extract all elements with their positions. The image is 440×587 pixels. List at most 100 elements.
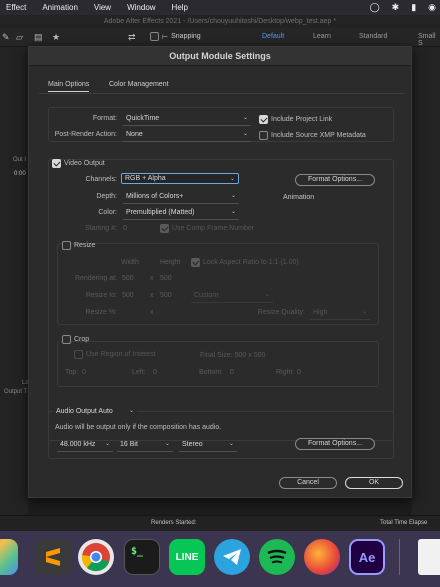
include-project-link-box[interactable] — [259, 115, 268, 124]
creative-cloud-icon[interactable]: ◯ — [370, 2, 380, 13]
channels-dropdown[interactable]: RGB + Alpha ⌄ — [121, 173, 239, 184]
after-effects-icon[interactable]: Ae — [349, 539, 385, 575]
chevron-down-icon: ⌄ — [164, 441, 170, 447]
use-roi-box[interactable] — [74, 350, 83, 359]
resize-to-height[interactable]: 500 — [160, 292, 172, 299]
snapping-icon: ⊢ — [162, 33, 169, 41]
resize-quality-dropdown[interactable]: High ⌄ — [310, 307, 370, 318]
workspace-learn[interactable]: Learn — [313, 33, 331, 40]
rendering-at-label: Rendering at: — [74, 275, 117, 282]
bluetooth-icon[interactable]: ✱ — [392, 2, 400, 13]
use-roi-checkbox[interactable]: Use Region of Interest — [74, 350, 156, 359]
video-format-options-button[interactable]: Format Options... — [295, 174, 375, 186]
out-point-value: 0:00 — [14, 171, 26, 177]
crop-bottom-value[interactable]: 0 — [230, 369, 234, 376]
audio-output-value: Audio Output Auto — [56, 408, 113, 415]
menu-effect[interactable]: Effect — [6, 3, 26, 12]
channels-label: Channels: — [85, 176, 117, 183]
wifi-icon[interactable]: ◉ — [428, 2, 436, 13]
audio-rate-dropdown[interactable]: 48.000 kHz ⌄ — [57, 439, 113, 450]
eraser-tool-icon[interactable]: ▱ — [16, 32, 23, 43]
chrome-logo — [81, 543, 110, 572]
terminal-icon[interactable]: $_ — [124, 539, 160, 575]
workspace-default[interactable]: Default — [262, 33, 284, 40]
battery-icon[interactable]: ▮ — [411, 2, 416, 13]
video-output-box[interactable] — [52, 159, 61, 168]
depth-dropdown[interactable]: Millions of Colors+ ⌄ — [123, 191, 239, 202]
line-icon[interactable]: LINE — [169, 539, 205, 575]
chevron-down-icon: ⌄ — [128, 408, 134, 414]
lock-aspect-box[interactable] — [191, 258, 200, 267]
audio-bits-dropdown[interactable]: 16 Bit ⌄ — [117, 439, 173, 450]
audio-format-options-button[interactable]: Format Options... — [295, 438, 375, 450]
document-icon[interactable] — [418, 539, 440, 575]
video-output-label: Video Output — [64, 160, 105, 167]
post-render-dropdown[interactable]: None ⌄ — [123, 129, 251, 140]
snapping-toggle[interactable]: ⊢ Snapping — [150, 32, 201, 41]
puppet-tool-icon[interactable]: ★ — [52, 32, 60, 43]
telegram-icon[interactable] — [214, 539, 250, 575]
use-roi-label: Use Region of Interest — [86, 351, 156, 358]
menu-window[interactable]: Window — [127, 3, 155, 12]
include-xmp-checkbox[interactable]: Include Source XMP Metadata — [259, 131, 366, 140]
resize-to-x: x — [150, 292, 154, 299]
crop-top-value[interactable]: 0 — [82, 369, 86, 376]
menu-view[interactable]: View — [94, 3, 111, 12]
spotify-icon[interactable] — [259, 539, 295, 575]
color-dropdown[interactable]: Premultiplied (Matted) ⌄ — [123, 207, 239, 218]
lock-aspect-checkbox[interactable]: Lock Aspect Ratio to 1:1 (1.00) — [191, 258, 299, 267]
cancel-button[interactable]: Cancel — [279, 477, 337, 489]
resize-preset-value: Custom — [194, 292, 219, 299]
crop-right-value[interactable]: 0 — [297, 369, 301, 376]
include-project-link-checkbox[interactable]: Include Project Link — [259, 115, 332, 124]
crop-label: Crop — [74, 336, 90, 343]
use-comp-frame-box[interactable] — [160, 224, 169, 233]
sublime-text-icon[interactable] — [35, 539, 71, 575]
resize-percent-x: x — [150, 309, 154, 316]
workspace-standard[interactable]: Standard — [359, 33, 387, 40]
crop-box[interactable] — [62, 335, 71, 344]
resize-box[interactable] — [62, 241, 71, 250]
audio-note: Audio will be output only if the composi… — [55, 424, 222, 431]
resize-preset-dropdown[interactable]: Custom ⌄ — [191, 290, 273, 301]
crop-group — [57, 341, 379, 387]
depth-underline — [123, 203, 239, 204]
format-dropdown[interactable]: QuickTime ⌄ — [123, 113, 251, 124]
color-value: Premultiplied (Matted) — [126, 209, 195, 216]
use-comp-frame-checkbox[interactable]: Use Comp Frame Number — [160, 224, 254, 233]
snapping-checkbox[interactable] — [150, 32, 159, 41]
format-underline — [123, 125, 251, 126]
audio-output-dropdown[interactable]: Audio Output Auto ⌄ — [53, 406, 137, 417]
menu-help[interactable]: Help — [172, 3, 188, 12]
ok-button[interactable]: OK — [345, 477, 403, 489]
audio-rate-underline — [57, 451, 113, 452]
chevron-down-icon: ⌄ — [230, 193, 236, 199]
workspace-small-screen[interactable]: Small S — [418, 33, 440, 47]
menu-animation[interactable]: Animation — [42, 3, 78, 12]
chrome-icon[interactable] — [78, 539, 114, 575]
chevron-down-icon: ⌄ — [228, 441, 234, 447]
launchpad-icon[interactable] — [0, 539, 18, 575]
pen-tool-icon[interactable]: ✎ — [2, 32, 10, 43]
color-label: Color: — [98, 209, 117, 216]
resize-preset-underline — [191, 302, 273, 303]
post-render-label: Post-Render Action: — [54, 131, 117, 138]
resize-to-width[interactable]: 500 — [122, 292, 134, 299]
tab-color-management[interactable]: Color Management — [109, 81, 169, 91]
output-to-label: Output T — [4, 389, 28, 395]
firefox-icon[interactable] — [304, 539, 340, 575]
sublime-s-shape — [46, 548, 60, 566]
tab-main-options[interactable]: Main Options — [48, 81, 90, 92]
crop-left-value[interactable]: 0 — [153, 369, 157, 376]
codec-label: Animation — [283, 194, 315, 201]
resize-checkbox[interactable]: Resize — [62, 241, 95, 250]
video-output-checkbox[interactable]: Video Output — [52, 159, 105, 168]
resize-label: Resize — [74, 242, 96, 249]
include-xmp-label: Include Source XMP Metadata — [271, 132, 366, 139]
stamp-tool-icon[interactable]: ▤ — [34, 32, 43, 43]
crop-checkbox[interactable]: Crop — [62, 335, 89, 344]
audio-channels-dropdown[interactable]: Stereo ⌄ — [179, 439, 237, 450]
spotify-waves — [267, 549, 287, 564]
include-xmp-box[interactable] — [259, 131, 268, 140]
link-tool-icon[interactable]: ⇄ — [128, 32, 136, 43]
